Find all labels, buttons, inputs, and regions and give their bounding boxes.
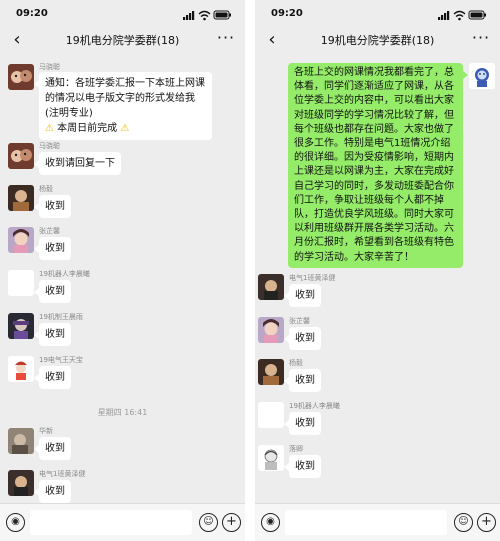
timestamp: 星期四 16:41 [97,408,148,417]
message-bubble[interactable]: 收到 [284,412,321,435]
right-chat-screen: 09:20 ‹ 19机电分院学委群(18) ··· 各班上交的网课情况我都看完了… [255,0,500,541]
message-text: 收到 [295,333,315,344]
message-text: 收到 [45,372,65,383]
avatar[interactable] [258,445,284,471]
left-chat-screen: 09:20 ‹ 19机电分院学委群(18) ··· 马骁聪 通知：各班学委汇报一… [0,0,245,541]
pane-divider [245,0,255,541]
message-text: 通知：各班学委汇报一下本班上网课的情况以电子版文字的形式发给我(注明专业) [45,78,205,119]
avatar[interactable] [8,428,34,454]
message-bubble[interactable]: 收到 [284,284,321,307]
avatar[interactable] [8,143,34,169]
nav-bar: ‹ 19机电分院学委群(18) ··· [255,26,500,56]
message-text: 各班上交的网课情况我都看完了，总体看，同学们逐渐适应了网课，从各位学委上交的内容… [294,67,454,263]
avatar[interactable] [258,317,284,343]
wifi-icon [453,10,466,21]
sender-name: 杨毅 [289,359,303,367]
message-text: 收到 [295,290,315,301]
sender-name: 电气1班黄泽健 [39,470,86,478]
chat-title: 19机电分院学委群(18) [320,34,435,47]
message-bubble[interactable]: 通知：各班学委汇报一下本班上网课的情况以电子版文字的形式发给我(注明专业) ⚠ … [34,72,212,140]
signal-icon [438,11,450,20]
status-icons [183,10,231,21]
more-icon[interactable]: ··· [470,28,492,50]
plus-icon[interactable]: + [222,513,241,532]
input-bar: ◉ ☺ + [255,503,500,541]
status-time: 09:20 [16,8,48,19]
sender-name: 张芷馨 [39,227,60,235]
warning-icon: ⚠ [45,123,54,134]
sender-name: 电气1班黄泽健 [289,274,336,282]
self-message-bubble[interactable]: 各班上交的网课情况我都看完了，总体看，同学们逐渐适应了网课，从各位学委上交的内容… [288,63,468,268]
message-bubble[interactable]: 收到请回复一下 [34,152,121,175]
message-text: 收到 [45,201,65,212]
message-bubble[interactable]: 收到 [284,327,321,350]
sender-name: 马骁聪 [39,63,60,71]
battery-icon [213,10,231,20]
message-text: 收到 [295,461,315,472]
status-bar: 09:20 [0,0,245,26]
status-time: 09:20 [271,8,303,19]
message-bubble[interactable]: 收到 [34,237,71,260]
message-text: 收到 [45,486,65,497]
sender-name: 华新 [39,427,53,435]
sender-name: 19电气王天宝 [39,356,83,364]
sender-name: 19机制王晨雨 [39,313,83,321]
avatar[interactable] [258,402,284,428]
nav-bar: ‹ 19机电分院学委群(18) ··· [0,26,245,56]
avatar[interactable] [8,185,34,211]
message-bubble[interactable]: 收到 [34,437,71,460]
message-text: 收到请回复一下 [45,158,115,169]
sender-name: 19机器人李晨曦 [39,270,90,278]
message-input[interactable] [30,510,192,535]
message-text: 收到 [45,286,65,297]
message-text: 收到 [295,418,315,429]
sender-name: 落卿 [289,445,303,453]
avatar[interactable] [8,270,34,296]
message-bubble[interactable]: 收到 [34,366,71,389]
avatar[interactable] [258,359,284,385]
warning-icon: ⚠ [120,123,130,134]
plus-icon[interactable]: + [477,513,496,532]
self-avatar[interactable] [469,63,495,89]
message-text: 收到 [45,243,65,254]
status-icons [438,10,486,21]
avatar[interactable] [8,227,34,253]
message-text: 收到 [45,443,65,454]
avatar[interactable] [258,274,284,300]
chat-title: 19机电分院学委群(18) [65,34,180,47]
message-text: 收到 [45,329,65,340]
message-text: 收到 [295,375,315,386]
sender-name: 马骁聪 [39,142,60,150]
more-icon[interactable]: ··· [215,28,237,50]
emoji-icon[interactable]: ☺ [454,513,473,532]
avatar[interactable] [8,470,34,496]
emoji-icon[interactable]: ☺ [199,513,218,532]
deadline-text: 本周日前完成 [57,123,118,134]
voice-icon[interactable]: ◉ [6,513,25,532]
message-input[interactable] [285,510,447,535]
avatar[interactable] [8,64,34,90]
message-bubble[interactable]: 收到 [284,455,321,478]
avatar[interactable] [8,356,34,382]
avatar[interactable] [8,313,34,339]
message-bubble[interactable]: 收到 [34,195,71,218]
sender-name: 19机器人李晨曦 [289,402,340,410]
input-bar: ◉ ☺ + [0,503,245,541]
back-arrow-icon[interactable]: ‹ [263,29,281,51]
sender-name: 张芷馨 [289,317,310,325]
back-arrow-icon[interactable]: ‹ [8,29,26,51]
battery-icon [468,10,486,20]
sender-name: 杨毅 [39,185,53,193]
voice-icon[interactable]: ◉ [261,513,280,532]
message-bubble[interactable]: 收到 [284,369,321,392]
message-bubble[interactable]: 收到 [34,280,71,303]
signal-icon [183,11,195,20]
wifi-icon [198,10,211,21]
status-bar: 09:20 [255,0,500,26]
message-bubble[interactable]: 收到 [34,480,71,503]
message-bubble[interactable]: 收到 [34,323,71,346]
